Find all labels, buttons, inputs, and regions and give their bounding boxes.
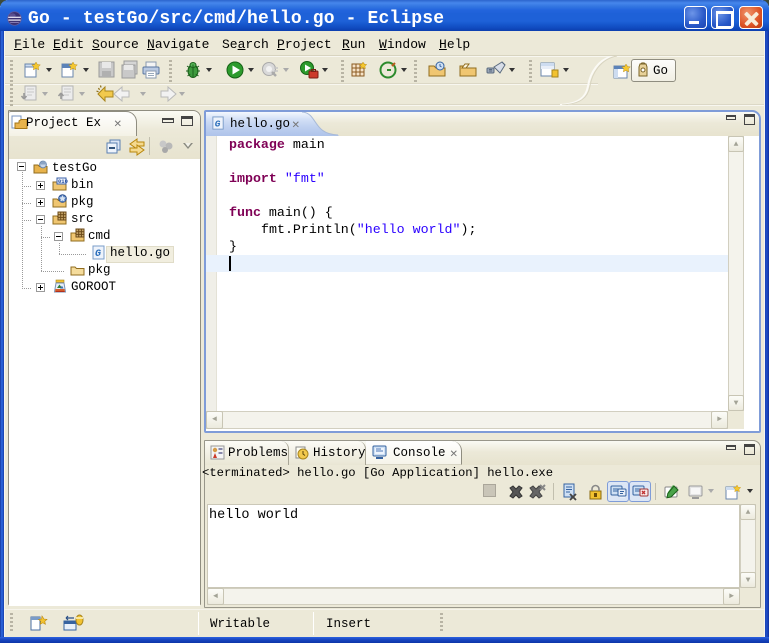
svg-text:010: 010 (58, 178, 68, 185)
svg-text:G: G (95, 249, 101, 260)
svg-text:G: G (215, 118, 221, 129)
